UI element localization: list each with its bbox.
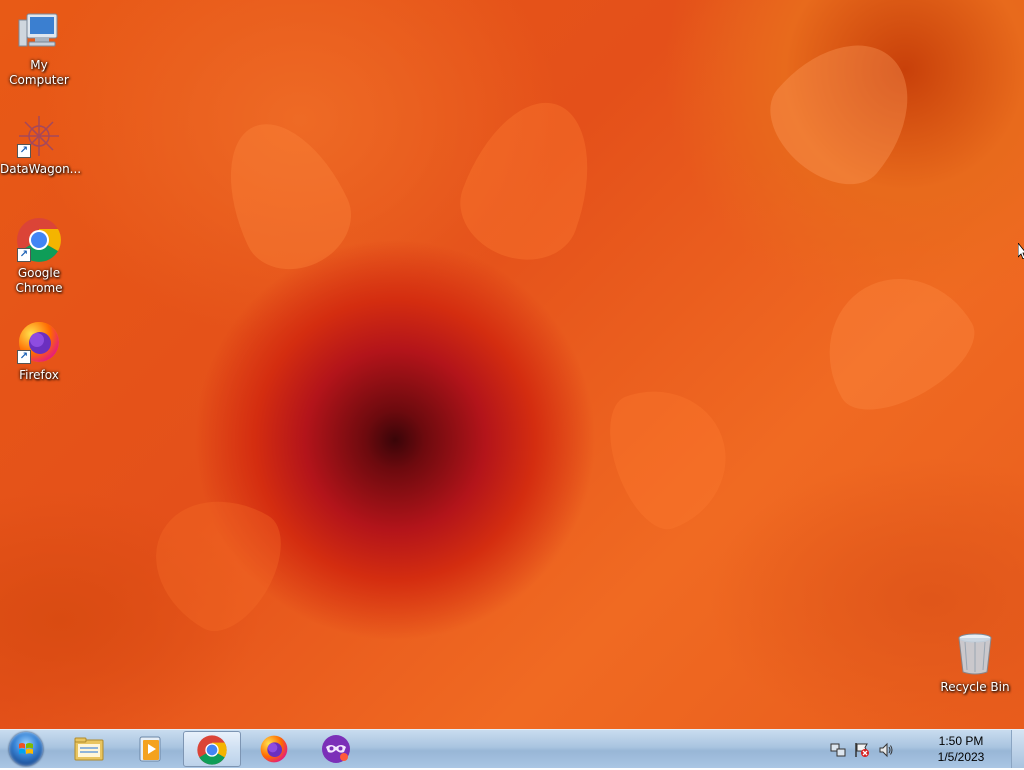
taskbar-chrome-button[interactable] (183, 731, 241, 767)
datawagon-icon: ↗ (15, 112, 63, 160)
clock-date: 1/5/2023 (937, 750, 985, 764)
taskbar: 1:50 PM 1/5/2023 (0, 729, 1024, 768)
recycle-bin-icon (951, 630, 999, 678)
action-center-flag-icon[interactable] (854, 742, 870, 758)
computer-icon (15, 8, 63, 56)
network-icon[interactable] (830, 742, 846, 758)
shortcut-arrow-icon: ↗ (17, 144, 31, 158)
desktop-icon-recycle-bin[interactable]: Recycle Bin (936, 630, 1014, 695)
wallpaper-petal (130, 473, 300, 647)
firefox-icon (258, 733, 290, 765)
show-desktop-button[interactable] (1011, 730, 1024, 768)
desktop-icon-label: Recycle Bin (940, 680, 1010, 694)
desktop-icon-datawagon[interactable]: ↗ DataWagon... (0, 112, 82, 177)
taskbar-media-player-button[interactable] (121, 731, 179, 767)
shortcut-arrow-icon: ↗ (17, 350, 31, 364)
mouse-cursor-icon (1018, 243, 1024, 259)
desktop-icon-label: Firefox (19, 368, 59, 382)
speaker-icon[interactable] (878, 742, 894, 758)
mask-app-icon (320, 733, 352, 765)
shortcut-arrow-icon: ↗ (17, 248, 31, 262)
desktop-icon-label: DataWagon... (0, 162, 82, 176)
system-tray: 1:50 PM 1/5/2023 (824, 730, 994, 768)
desktop-wallpaper[interactable]: My Computer ↗ DataWagon... ↗ Google Chro… (0, 0, 1024, 729)
chrome-icon: ↗ (15, 216, 63, 264)
media-player-icon (134, 733, 166, 765)
windows-start-orb-icon (9, 732, 43, 766)
wallpaper-petal (203, 103, 367, 287)
desktop-icon-firefox[interactable]: ↗ Firefox (0, 318, 78, 383)
taskbar-file-explorer-button[interactable] (60, 731, 118, 767)
clock-time: 1:50 PM (938, 734, 984, 748)
file-explorer-icon (73, 733, 105, 765)
wallpaper-petal (446, 84, 614, 276)
desktop-icon-my-computer[interactable]: My Computer (0, 8, 78, 88)
chrome-icon (196, 734, 228, 766)
taskbar-mask-app-button[interactable] (307, 731, 365, 767)
desktop-icon-label: Google Chrome (15, 266, 63, 295)
start-button[interactable] (6, 731, 46, 767)
wallpaper-petal (800, 250, 990, 430)
desktop-icon-google-chrome[interactable]: ↗ Google Chrome (0, 216, 78, 296)
taskbar-clock[interactable]: 1:50 PM 1/5/2023 (928, 733, 994, 765)
wallpaper-petal (750, 14, 940, 206)
firefox-icon: ↗ (15, 318, 63, 366)
taskbar-firefox-button[interactable] (245, 731, 303, 767)
wallpaper-petal (594, 370, 746, 540)
desktop-icon-label: My Computer (9, 58, 69, 87)
